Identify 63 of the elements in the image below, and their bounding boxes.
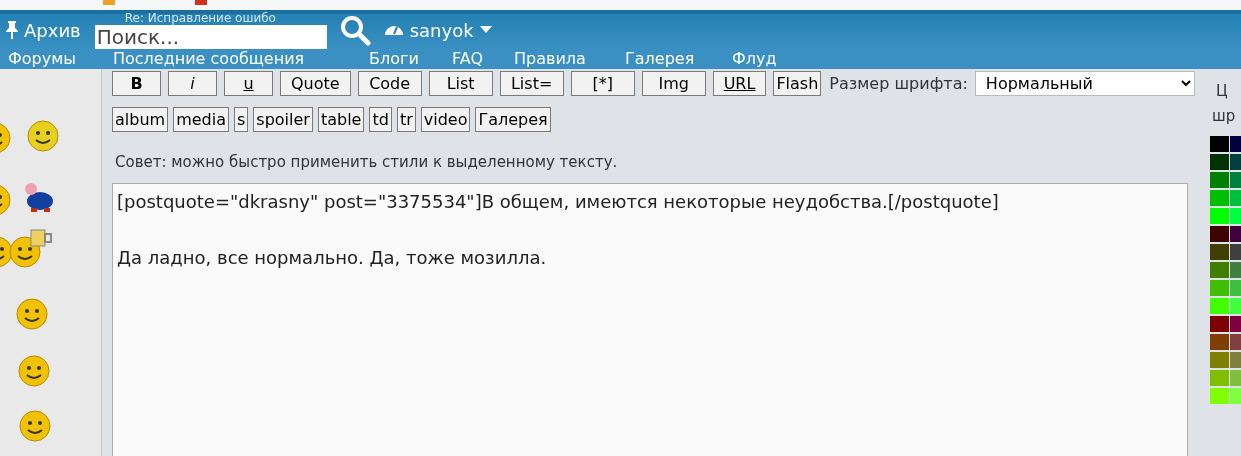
- nav-link[interactable]: Галерея: [625, 50, 695, 68]
- favicon-icon[interactable]: [103, 0, 115, 5]
- tag-button[interactable]: album: [112, 107, 169, 132]
- favicon-icon[interactable]: [195, 0, 207, 5]
- tag-button[interactable]: td: [369, 107, 392, 132]
- color-swatch[interactable]: [1210, 154, 1229, 170]
- format-button[interactable]: Flash: [773, 71, 822, 96]
- tag-button[interactable]: spoiler: [253, 107, 313, 132]
- palette-heading: шр: [1211, 106, 1237, 127]
- format-button[interactable]: B: [112, 71, 161, 96]
- pin-icon: [5, 21, 19, 39]
- color-swatch[interactable]: [1210, 334, 1229, 350]
- message-field[interactable]: [postquote="dkrasny" post="3375534"]В общем, имеются некоторые неудобства.[/postquote] Да ладно, все нормально. Да, тоже мозилла.: [112, 183, 1188, 456]
- font-size-select[interactable]: Нормальный: [974, 71, 1195, 96]
- tag-button[interactable]: Галерея: [475, 107, 551, 132]
- nav-link[interactable]: Флуд: [732, 50, 777, 68]
- page-title: Re: Исправление ошибо: [123, 11, 277, 25]
- user-menu[interactable]: sanyok: [409, 19, 474, 41]
- color-swatch[interactable]: [1210, 388, 1229, 404]
- color-swatch[interactable]: [1210, 316, 1229, 332]
- hint-text: Совет: можно быстро применить стили к выделенному тексту.: [115, 153, 619, 171]
- format-button[interactable]: List=: [499, 71, 564, 96]
- search-field[interactable]: Поиск...: [94, 24, 327, 49]
- tag-button[interactable]: media: [173, 107, 229, 132]
- format-button[interactable]: URL: [712, 71, 767, 96]
- format-button[interactable]: [*]: [570, 71, 635, 96]
- format-button[interactable]: i: [168, 71, 217, 96]
- format-button[interactable]: Quote: [280, 71, 351, 96]
- palette-heading: Ц: [1215, 81, 1229, 102]
- nav-link[interactable]: Правила: [514, 50, 586, 68]
- smiley-icon[interactable]: [26, 119, 60, 153]
- font-size-label: Размер шрифта:: [829, 74, 968, 93]
- tag-button[interactable]: table: [317, 107, 365, 132]
- mug-icon: [30, 229, 52, 247]
- color-swatch[interactable]: [1210, 262, 1229, 278]
- nav-link[interactable]: FAQ: [452, 50, 483, 68]
- smiley-icon[interactable]: [18, 409, 52, 443]
- tag-button[interactable]: video: [420, 107, 471, 132]
- color-swatch[interactable]: [1210, 298, 1229, 314]
- color-swatch[interactable]: [1210, 136, 1229, 152]
- color-swatch[interactable]: [1210, 226, 1229, 242]
- color-swatch[interactable]: [1210, 190, 1229, 206]
- gauge-icon: [383, 24, 404, 36]
- color-swatch[interactable]: [1210, 208, 1229, 224]
- archive-link[interactable]: Архив: [5, 19, 81, 41]
- color-swatch[interactable]: [1210, 370, 1229, 386]
- search-icon[interactable]: [338, 14, 371, 46]
- tag-button[interactable]: s: [234, 107, 249, 132]
- smiley-icon[interactable]: [17, 354, 51, 388]
- format-button[interactable]: Code: [357, 71, 422, 96]
- nav-link[interactable]: Последние сообщения: [113, 50, 305, 68]
- caret-icon[interactable]: [479, 26, 492, 34]
- color-swatch[interactable]: [1210, 352, 1229, 368]
- format-button[interactable]: List: [428, 71, 493, 96]
- color-swatch[interactable]: [1210, 244, 1229, 260]
- nav-link[interactable]: Форумы: [8, 50, 76, 68]
- color-swatch[interactable]: [1210, 172, 1229, 188]
- format-button[interactable]: u: [224, 71, 273, 96]
- color-swatch[interactable]: [1210, 280, 1229, 296]
- nav-link[interactable]: Блоги: [369, 50, 419, 68]
- tag-button[interactable]: tr: [396, 107, 416, 132]
- format-button[interactable]: Img: [641, 71, 706, 96]
- smiley-icon[interactable]: [15, 297, 49, 331]
